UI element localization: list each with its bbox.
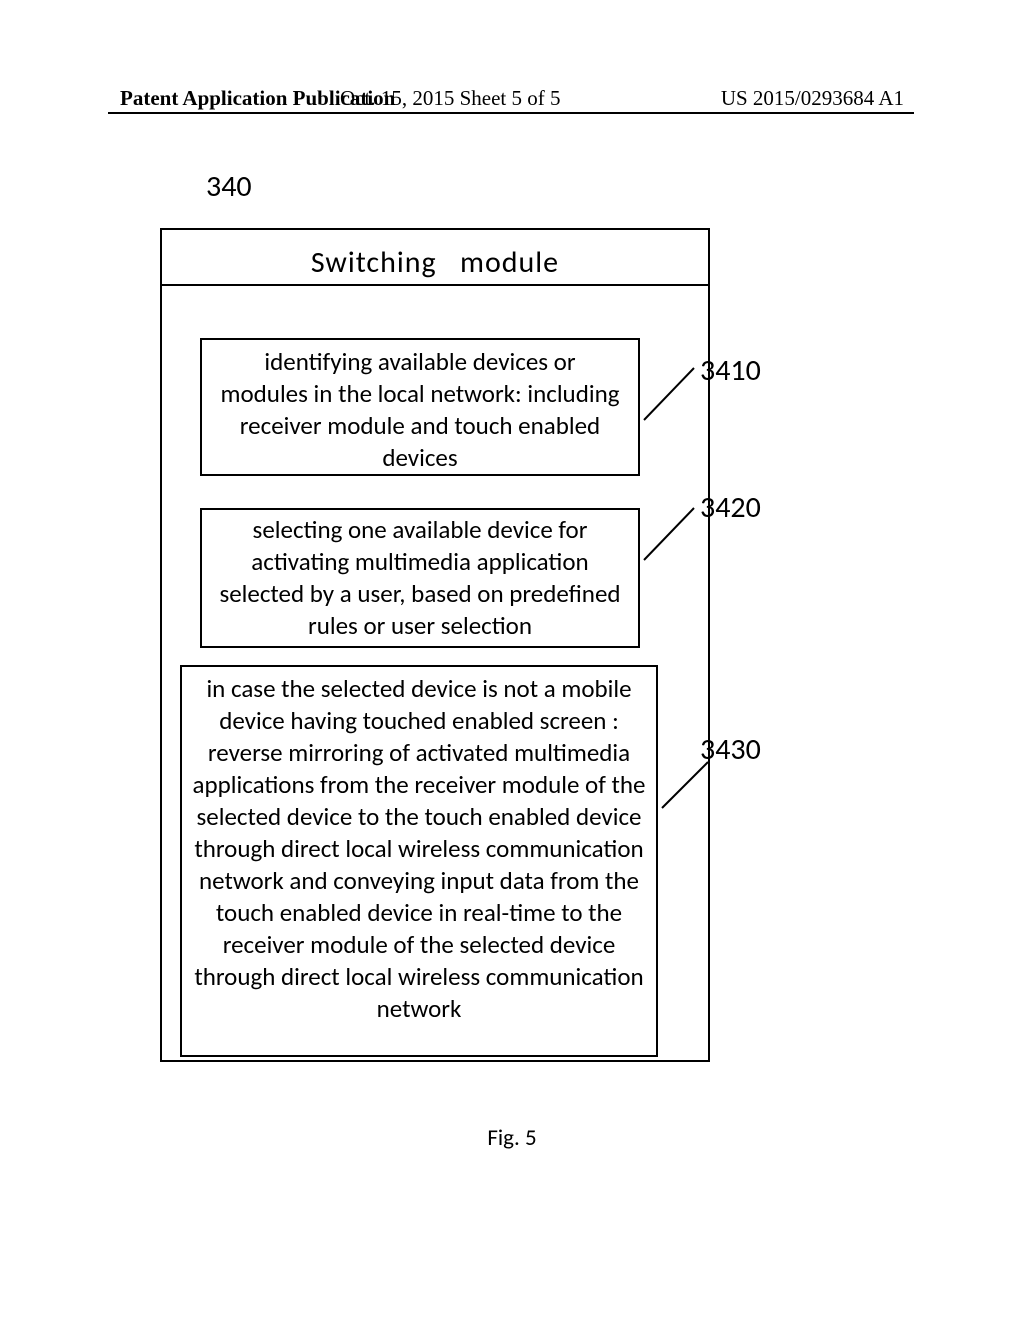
leader-line-3410 bbox=[642, 364, 702, 424]
step-box-3420: selecting one available device for activ… bbox=[200, 508, 640, 648]
header-publication-number: US 2015/0293684 A1 bbox=[721, 86, 904, 111]
figure-caption: Fig. 5 bbox=[0, 1124, 1024, 1152]
header-rule bbox=[108, 112, 914, 114]
page-header: Patent Application Publication Oct. 15, … bbox=[0, 86, 1024, 111]
reference-numeral-3410: 3410 bbox=[700, 352, 761, 389]
patent-figure-page: Patent Application Publication Oct. 15, … bbox=[0, 0, 1024, 1320]
reference-numeral-3420: 3420 bbox=[700, 489, 761, 526]
header-date-sheet: Oct. 15, 2015 Sheet 5 of 5 bbox=[340, 86, 560, 111]
module-title-rule bbox=[162, 284, 708, 286]
step-text-3410: identifying available devices or modules… bbox=[221, 346, 620, 473]
step-box-3430: in case the selected device is not a mob… bbox=[180, 665, 658, 1057]
reference-numeral-340: 340 bbox=[206, 168, 252, 205]
step-text-3420: selecting one available device for activ… bbox=[219, 514, 620, 641]
step-box-3410: identifying available devices or modules… bbox=[200, 338, 640, 476]
step-text-3430: in case the selected device is not a mob… bbox=[193, 673, 646, 1024]
switching-module-title: Switching module bbox=[160, 244, 710, 281]
reference-numeral-3430: 3430 bbox=[700, 731, 761, 768]
leader-line-3420 bbox=[642, 504, 702, 564]
